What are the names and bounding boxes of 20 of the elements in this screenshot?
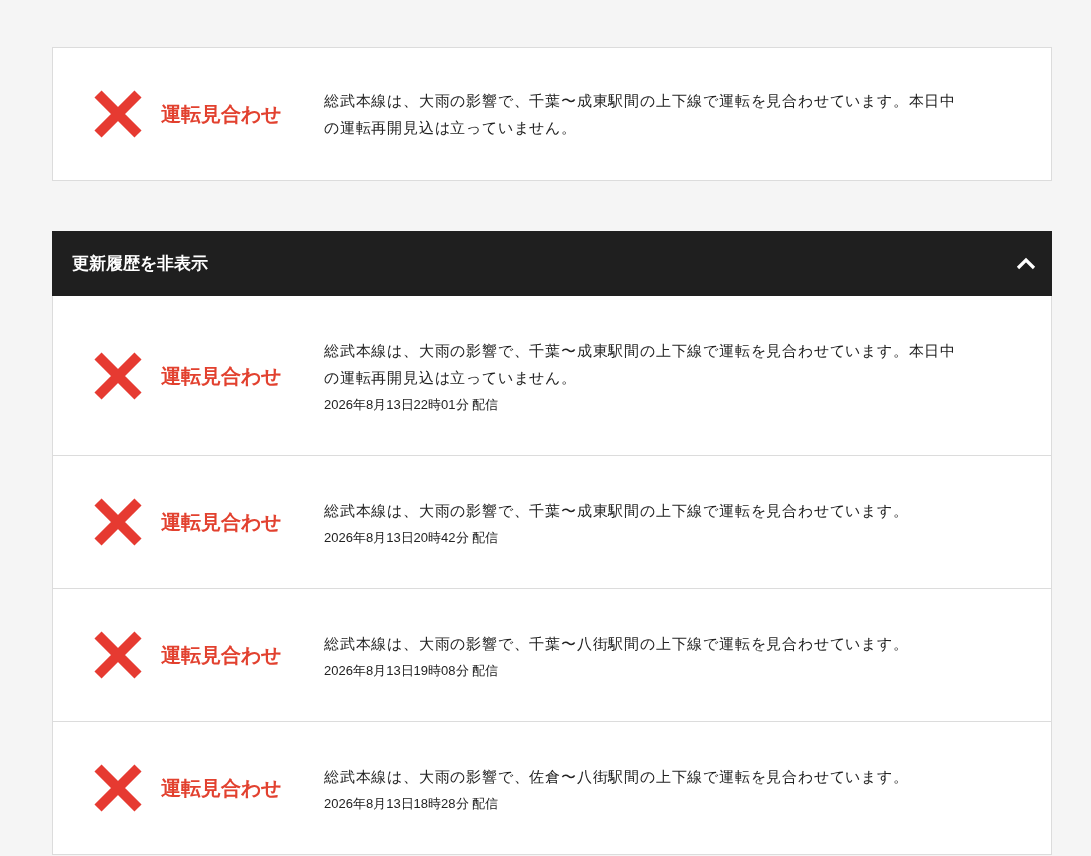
- status-label: 運転見合わせ: [161, 643, 281, 668]
- history-toggle-button[interactable]: 更新履歴を非表示: [52, 231, 1052, 296]
- status-label: 運転見合わせ: [161, 776, 281, 801]
- cross-icon: [94, 631, 142, 679]
- cross-icon: [94, 498, 142, 546]
- notice-message: 総武本線は、大雨の影響で、千葉〜成東駅間の上下線で運転を見合わせています。本日中の運転再開見込は立っていません。: [324, 91, 957, 138]
- status-label: 運転見合わせ: [161, 510, 281, 535]
- notice-message: 総武本線は、大雨の影響で、佐倉〜八街駅間の上下線で運転を見合わせています。: [324, 767, 910, 787]
- status-label: 運転見合わせ: [161, 363, 281, 389]
- status-label: 運転見合わせ: [161, 102, 281, 127]
- cross-icon: [94, 764, 142, 812]
- cross-icon: [94, 90, 142, 138]
- timestamp-text: 2026年8月13日19時08分 配信: [324, 662, 499, 680]
- timestamp-text: 2026年8月13日22時01分 配信: [324, 396, 499, 414]
- notice-message: 総武本線は、大雨の影響で、千葉〜成東駅間の上下線で運転を見合わせています。本日中の運転再開見込は立っていません。: [324, 341, 957, 388]
- notice-message: 総武本線は、大雨の影響で、千葉〜成東駅間の上下線で運転を見合わせています。: [324, 501, 910, 521]
- timestamp-text: 2026年8月13日18時28分 配信: [324, 795, 499, 813]
- cross-icon: [94, 351, 142, 400]
- timestamp-text: 2026年8月13日20時42分 配信: [324, 529, 499, 547]
- notice-message: 総武本線は、大雨の影響で、千葉〜八街駅間の上下線で運転を見合わせています。: [324, 634, 910, 654]
